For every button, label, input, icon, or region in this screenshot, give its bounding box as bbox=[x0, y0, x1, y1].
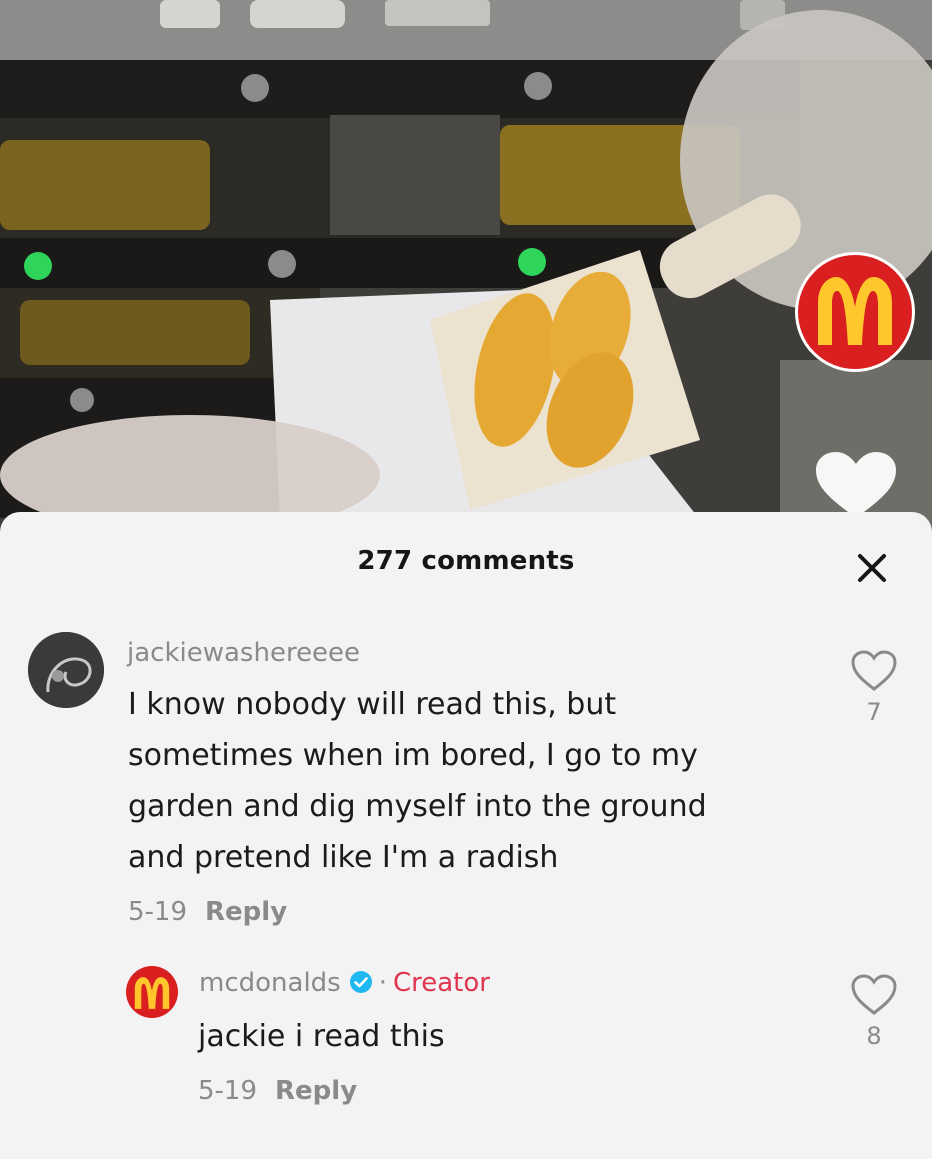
like-button[interactable]: 8 bbox=[849, 974, 899, 1050]
video-frame[interactable] bbox=[0, 0, 932, 540]
heart-outline-icon bbox=[851, 974, 897, 1015]
comment-text-line: I know nobody will read this, but bbox=[128, 687, 617, 722]
creator-badge: Creator bbox=[392, 968, 490, 998]
avatar[interactable] bbox=[28, 632, 104, 708]
comment-text-line: and pretend like I'm a radish bbox=[128, 840, 559, 875]
reply-username-row: mcdonalds · Creator bbox=[199, 968, 490, 1001]
verified-check-icon bbox=[349, 970, 373, 1001]
like-count: 7 bbox=[866, 698, 882, 726]
reply-button[interactable]: Reply bbox=[205, 897, 287, 927]
video-scene bbox=[0, 0, 932, 540]
close-button[interactable] bbox=[852, 548, 892, 588]
avatar[interactable] bbox=[126, 966, 178, 1018]
comment-text: jackie i read this bbox=[198, 1019, 445, 1054]
heart-outline-icon bbox=[851, 650, 897, 691]
comments-panel: 277 comments jackiewashereeee I know nob… bbox=[0, 512, 932, 1159]
comment-username[interactable]: jackiewashereeee bbox=[127, 638, 360, 668]
golden-arches-logo bbox=[134, 977, 170, 1009]
comments-count-title: 277 comments bbox=[357, 546, 575, 576]
close-icon bbox=[858, 554, 886, 582]
like-button[interactable]: 7 bbox=[849, 650, 899, 726]
comment-meta: 5-19 Reply bbox=[128, 897, 287, 927]
comment-text-line: garden and dig myself into the ground bbox=[128, 789, 707, 824]
comment-date: 5-19 bbox=[198, 1076, 258, 1106]
creator-avatar[interactable] bbox=[795, 252, 915, 372]
comment-meta: 5-19 Reply bbox=[198, 1076, 357, 1106]
golden-arches-logo bbox=[818, 277, 892, 345]
comment-username[interactable]: mcdonalds bbox=[199, 968, 341, 998]
like-count: 8 bbox=[866, 1022, 882, 1050]
reply-button[interactable]: Reply bbox=[275, 1076, 357, 1106]
separator-dot: · bbox=[378, 968, 387, 998]
comment-text-line: sometimes when im bored, I go to my bbox=[128, 738, 698, 773]
comment-date: 5-19 bbox=[128, 897, 188, 927]
avatar-image bbox=[28, 632, 104, 708]
